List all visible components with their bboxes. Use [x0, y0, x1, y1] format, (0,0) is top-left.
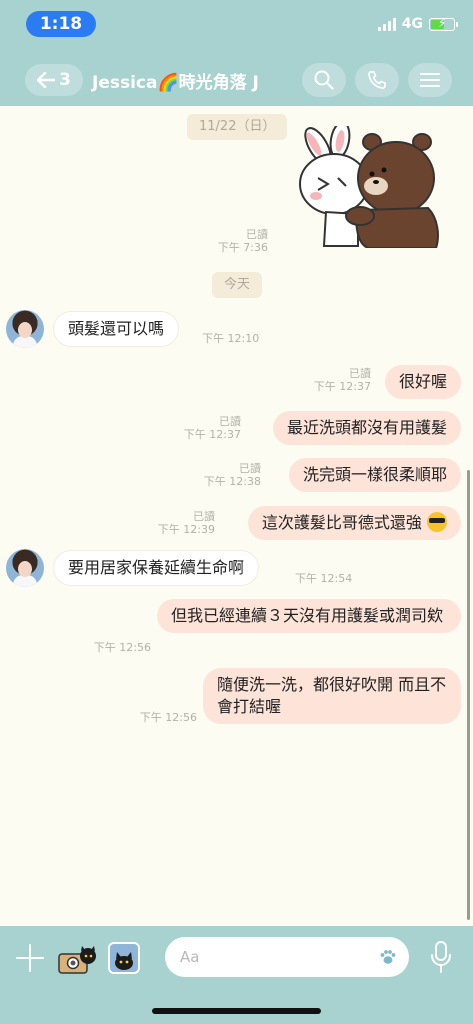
- menu-button[interactable]: [408, 63, 452, 97]
- message-time: 下午 12:56: [139, 711, 197, 724]
- avatar[interactable]: [6, 549, 44, 587]
- signal-icon: [377, 17, 396, 31]
- status-time: 1:18: [26, 11, 96, 37]
- date-separator: 11/22（日）: [187, 114, 288, 140]
- message-bubble-outgoing[interactable]: 很好喔: [384, 365, 461, 399]
- message-bubble-incoming[interactable]: 要用居家保養延續生命啊: [54, 551, 259, 585]
- search-icon: [314, 70, 334, 90]
- network-label: 4G: [401, 16, 423, 32]
- message-meta: 已讀 下午 12:38: [203, 462, 261, 488]
- menu-icon: [420, 73, 440, 87]
- message-text: 這次護髮比哥德式還強: [261, 513, 422, 532]
- message-bubble-outgoing[interactable]: 隨便洗一洗，都很好吹開 而且不會打結喔: [203, 668, 461, 724]
- cat-image-icon: [115, 952, 133, 970]
- phone-icon: [368, 71, 386, 89]
- message-input-placeholder: Aa: [180, 948, 200, 966]
- date-separator: 今天: [212, 272, 263, 298]
- sticker-hug-image[interactable]: [288, 126, 440, 248]
- message-bubble-outgoing[interactable]: 最近洗頭都沒有用護髮: [272, 411, 461, 445]
- top-bar: 1:18 4G ⚡ 3 Jessica🌈時光角落 J: [0, 0, 473, 106]
- gallery-icon[interactable]: [108, 942, 140, 974]
- message-bubble-incoming[interactable]: 頭髮還可以嗎: [54, 312, 179, 346]
- chat-area[interactable]: 11/22（日） 已讀 下午 7:36 今天 頭髮還可以嗎 下午 12:10 已…: [0, 106, 473, 926]
- message-time: 下午 12:10: [202, 332, 260, 345]
- scrollbar[interactable]: [467, 470, 470, 920]
- unread-count: 3: [59, 70, 71, 90]
- paw-icon[interactable]: [379, 948, 397, 966]
- message-text: 隨便洗一洗，都很好吹開 而且不會打結喔: [217, 675, 447, 716]
- message-meta: 已讀 下午 12:39: [157, 510, 215, 536]
- home-indicator[interactable]: [152, 1008, 321, 1014]
- search-button[interactable]: [302, 63, 346, 97]
- camera-icon[interactable]: [58, 946, 96, 974]
- message-bubble-outgoing[interactable]: 洗完頭一樣很柔順耶: [288, 458, 461, 492]
- mic-icon[interactable]: [430, 941, 452, 973]
- call-button[interactable]: [355, 63, 399, 97]
- sunglasses-emoji-icon: [427, 512, 447, 532]
- avatar[interactable]: [6, 310, 44, 348]
- plus-icon[interactable]: [16, 944, 44, 972]
- arrow-left-icon: [37, 72, 56, 88]
- message-time: 下午 12:54: [295, 572, 353, 585]
- back-button[interactable]: 3: [25, 64, 83, 96]
- message-meta: 已讀 下午 12:37: [183, 415, 241, 441]
- message-input[interactable]: Aa: [165, 937, 409, 977]
- message-meta: 已讀 下午 7:36: [217, 228, 268, 254]
- status-indicators: 4G ⚡: [377, 16, 458, 32]
- chat-title: Jessica🌈時光角落 J: [92, 73, 259, 93]
- message-bubble-outgoing[interactable]: 這次護髮比哥德式還強: [247, 506, 461, 540]
- battery-icon: ⚡: [429, 16, 458, 31]
- message-meta: 已讀 下午 12:37: [313, 367, 371, 393]
- message-time: 下午 12:56: [93, 641, 151, 654]
- message-bubble-outgoing[interactable]: 但我已經連續３天沒有用護髮或潤司欸: [157, 599, 461, 633]
